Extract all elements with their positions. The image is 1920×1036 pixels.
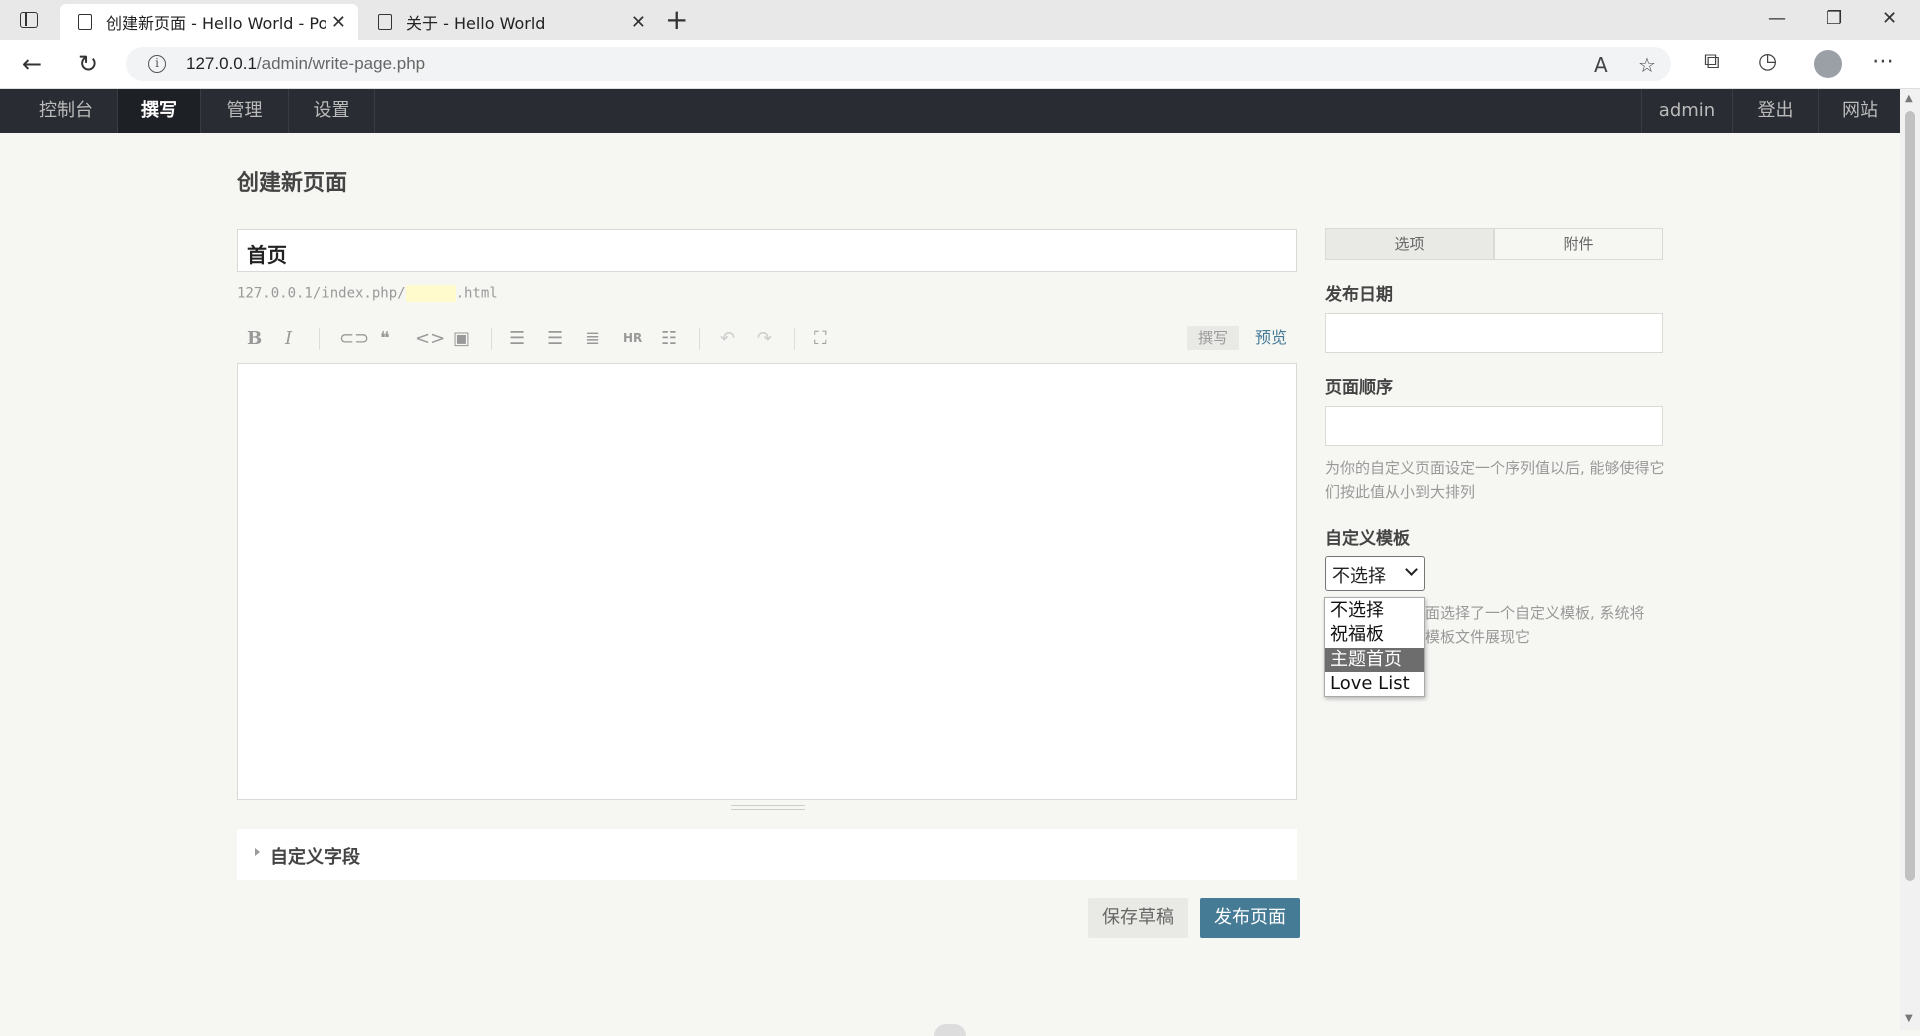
address-bar[interactable]: i 127.0.0.1/admin/write-page.php A ☆ — [126, 47, 1671, 81]
italic-icon[interactable]: I — [285, 328, 292, 349]
publish-date-label: 发布日期 — [1325, 285, 1393, 305]
undo-icon[interactable]: ↶ — [720, 328, 735, 349]
tab-title: 创建新页面 - Hello World - Powe — [106, 14, 326, 33]
page-order-description: 为你的自定义页面设定一个序列值以后, 能够使得它们按此值从小到大排列 — [1325, 459, 1665, 501]
custom-fields-label: 自定义字段 — [270, 847, 360, 868]
code-icon[interactable]: <> — [415, 328, 445, 349]
quote-icon[interactable]: ❝ — [380, 328, 390, 349]
custom-fields-toggle[interactable]: 自定义字段 — [237, 829, 1297, 880]
toolbar-divider — [794, 328, 795, 350]
hr-icon[interactable]: HR — [623, 331, 642, 345]
tab-attachments[interactable]: 附件 — [1494, 228, 1663, 260]
restore-icon[interactable]: ❐ — [1826, 8, 1842, 29]
editor-toolbar: B I ⊂⊃ ❝ <> ▣ ☰ ☰ ≣ HR ☷ ↶ ↷ ⛶ 撰写 预览 — [237, 322, 1297, 356]
template-option[interactable]: Love List — [1325, 672, 1424, 696]
page-order-label: 页面顺序 — [1325, 378, 1393, 398]
ordered-list-icon[interactable]: ☰ — [509, 328, 525, 349]
save-draft-button[interactable]: 保存草稿 — [1088, 898, 1188, 938]
nav-dashboard[interactable]: 控制台 — [15, 89, 118, 133]
profile-avatar[interactable] — [1814, 50, 1842, 78]
template-select[interactable]: 不选择 — [1325, 556, 1425, 591]
nav-manage[interactable]: 管理 — [201, 89, 289, 133]
page-icon — [78, 14, 92, 30]
nav-user[interactable]: admin — [1641, 89, 1732, 133]
add-favorite-icon[interactable]: ☆ — [1638, 53, 1656, 77]
expand-arrow-icon — [255, 848, 260, 856]
browser-tab-active[interactable]: 创建新页面 - Hello World - Powe ✕ — [60, 4, 358, 40]
publish-date-input[interactable] — [1325, 313, 1663, 353]
publish-button[interactable]: 发布页面 — [1200, 898, 1300, 938]
reload-icon[interactable]: ↻ — [78, 50, 98, 78]
read-aloud-icon[interactable]: A — [1594, 53, 1608, 77]
browser-tab-bar: 创建新页面 - Hello World - Powe ✕ 关于 - Hello … — [0, 0, 1920, 40]
template-description: 面选择了一个自定义模板, 系统将 模板文件展现它 — [1425, 601, 1665, 649]
url-path: /admin/write-page.php — [256, 54, 426, 73]
image-icon[interactable]: ▣ — [453, 328, 470, 349]
slug-input[interactable] — [405, 285, 456, 302]
browser-toolbar: ← ↻ i 127.0.0.1/admin/write-page.php A ☆… — [0, 40, 1920, 89]
slug-prefix: 127.0.0.1/index.php/ — [237, 285, 406, 302]
heading-icon[interactable]: ≣ — [585, 328, 600, 349]
unordered-list-icon[interactable]: ☰ — [547, 328, 563, 349]
slug-line: 127.0.0.1/index.php/ .html — [237, 285, 498, 302]
new-tab-icon[interactable]: + — [665, 4, 688, 36]
link-icon[interactable]: ⊂⊃ — [339, 328, 369, 349]
scroll-down-icon[interactable]: ▼ — [1905, 1013, 1913, 1024]
page-title: 创建新页面 — [237, 171, 348, 196]
scroll-indicator — [934, 1024, 966, 1036]
more-icon[interactable]: ⋯ — [1872, 49, 1894, 74]
bold-icon[interactable]: B — [247, 328, 262, 349]
toolbar-divider — [699, 328, 700, 350]
redo-icon[interactable]: ↷ — [757, 328, 772, 349]
sidebar-tabs: 选项 附件 — [1325, 228, 1663, 260]
template-option[interactable]: 不选择 — [1325, 599, 1424, 623]
template-option-highlighted[interactable]: 主题首页 — [1325, 648, 1424, 672]
template-dropdown-list: 不选择 祝福板 主题首页 Love List — [1324, 597, 1425, 697]
collections-icon[interactable]: ⧉ — [1704, 49, 1720, 74]
close-tab-icon[interactable]: ✕ — [631, 12, 646, 33]
tab-actions-icon[interactable] — [20, 12, 38, 28]
nav-logout[interactable]: 登出 — [1732, 89, 1818, 133]
page-order-input[interactable] — [1325, 406, 1663, 446]
site-info-icon[interactable]: i — [148, 55, 166, 73]
tab-options[interactable]: 选项 — [1325, 228, 1494, 260]
url-text[interactable]: 127.0.0.1/admin/write-page.php — [186, 54, 425, 74]
mode-write-button[interactable]: 撰写 — [1187, 326, 1239, 350]
nav-settings[interactable]: 设置 — [289, 89, 375, 133]
title-input[interactable]: 首页 — [237, 229, 1297, 272]
toolbar-divider — [319, 328, 320, 350]
fullscreen-icon[interactable]: ⛶ — [814, 328, 827, 349]
close-tab-icon[interactable]: ✕ — [331, 12, 346, 33]
history-icon[interactable]: ◷ — [1758, 49, 1777, 74]
more-break-icon[interactable]: ☷ — [661, 328, 677, 349]
admin-nav-bar: 控制台 撰写 管理 设置 admin 登出 网站 — [0, 89, 1900, 133]
template-label: 自定义模板 — [1325, 529, 1410, 549]
tab-title: 关于 - Hello World — [406, 14, 546, 33]
template-description-line: 模板文件展现它 — [1425, 628, 1531, 646]
url-host: 127.0.0.1 — [186, 54, 257, 73]
content-editor[interactable] — [237, 363, 1297, 800]
mode-preview-button[interactable]: 预览 — [1255, 326, 1287, 350]
back-icon[interactable]: ← — [22, 50, 42, 78]
template-description-line: 面选择了一个自定义模板, 系统将 — [1425, 604, 1645, 622]
slug-suffix: .html — [455, 285, 498, 302]
template-selected-value: 不选择 — [1332, 566, 1386, 587]
nav-write[interactable]: 撰写 — [118, 89, 201, 133]
toolbar-divider — [491, 328, 492, 350]
page-scrollbar[interactable]: ▲ ▼ — [1900, 89, 1920, 1030]
chevron-down-icon — [1405, 563, 1418, 576]
editor-resize-handle[interactable] — [731, 805, 805, 810]
scrollbar-thumb[interactable] — [1905, 111, 1915, 881]
close-window-icon[interactable]: ✕ — [1882, 8, 1897, 29]
scroll-up-icon[interactable]: ▲ — [1905, 93, 1913, 104]
minimize-icon[interactable]: — — [1768, 8, 1786, 29]
template-option[interactable]: 祝福板 — [1325, 623, 1424, 647]
page-icon — [378, 14, 392, 30]
nav-site[interactable]: 网站 — [1818, 89, 1901, 133]
browser-tab-inactive[interactable]: 关于 - Hello World ✕ — [360, 4, 658, 40]
